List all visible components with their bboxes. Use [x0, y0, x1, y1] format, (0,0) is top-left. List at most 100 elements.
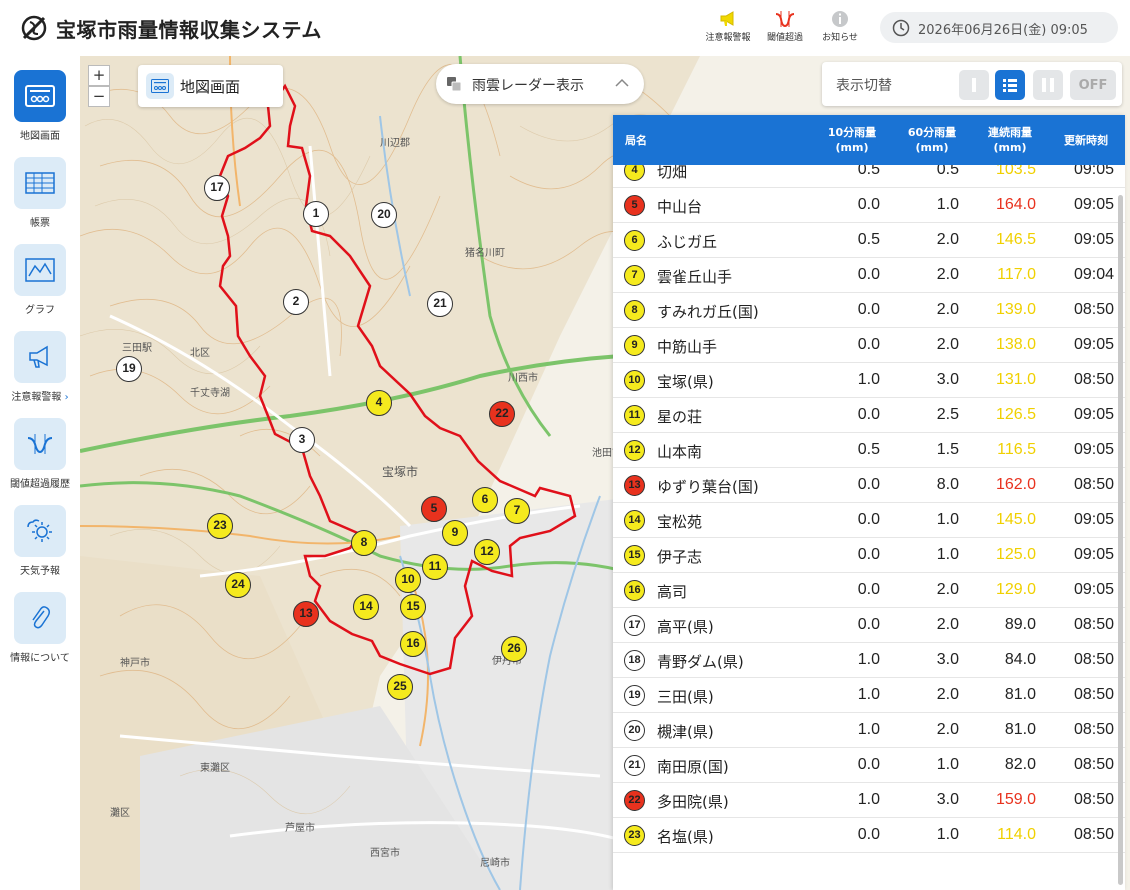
table-row[interactable]: 6 ふじガ丘 0.5 2.0 146.5 09:05 — [613, 223, 1125, 258]
rain-continuous: 164.0 — [995, 196, 1036, 213]
nav-about[interactable]: 情報について — [0, 592, 80, 672]
station-number-badge: 6 — [624, 230, 645, 251]
table-row[interactable]: 14 宝松苑 0.0 1.0 145.0 09:05 — [613, 503, 1125, 538]
station-marker-1[interactable]: 1 — [303, 201, 329, 227]
rain-10min: 1.0 — [857, 651, 880, 668]
rain-10min: 0.5 — [857, 231, 880, 248]
table-row[interactable]: 13 ゆずり葉台(国) 0.0 8.0 162.0 08:50 — [613, 468, 1125, 503]
table-row[interactable]: 5 中山台 0.0 1.0 164.0 09:05 — [613, 188, 1125, 223]
rain-10min: 1.0 — [857, 686, 880, 703]
station-marker-24[interactable]: 24 — [225, 572, 251, 598]
rain-10min: 1.0 — [857, 791, 880, 808]
station-marker-21[interactable]: 21 — [427, 291, 453, 317]
station-number-badge: 22 — [624, 790, 645, 811]
update-time: 09:05 — [1073, 336, 1114, 353]
rainfall-table-header: 局名 10分雨量 (mm) 60分雨量 (mm) 連続雨量 (mm) 更新時刻 — [613, 115, 1125, 165]
rain-continuous: 81.0 — [1004, 686, 1036, 703]
rain-continuous: 146.5 — [995, 231, 1036, 248]
chevron-up-icon — [615, 78, 629, 87]
station-marker-6[interactable]: 6 — [472, 487, 498, 513]
station-marker-4[interactable]: 4 — [366, 390, 392, 416]
station-marker-22[interactable]: 22 — [489, 401, 515, 427]
nav-threshold-history[interactable]: 閾値超過履歴 — [0, 418, 80, 498]
station-name: ゆずり葉台(国) — [657, 478, 759, 496]
table-row[interactable]: 8 すみれガ丘(国) 0.0 2.0 139.0 08:50 — [613, 293, 1125, 328]
rain-60min: 3.0 — [936, 791, 959, 808]
rain-radar-toggle[interactable]: 雨雲レーダー表示 — [436, 64, 644, 104]
paperclip-icon — [14, 592, 66, 644]
nav-map-screen[interactable]: 地図画面 — [0, 70, 80, 150]
station-marker-14[interactable]: 14 — [353, 594, 379, 620]
table-row[interactable]: 22 多田院(県) 1.0 3.0 159.0 08:50 — [613, 783, 1125, 818]
station-marker-15[interactable]: 15 — [400, 594, 426, 620]
nav-graph[interactable]: グラフ — [0, 244, 80, 324]
megaphone-icon — [720, 11, 734, 26]
table-row[interactable]: 9 中筋山手 0.0 2.0 138.0 09:05 — [613, 328, 1125, 363]
table-row[interactable]: 18 青野ダム(県) 1.0 3.0 84.0 08:50 — [613, 643, 1125, 678]
station-marker-5[interactable]: 5 — [421, 496, 447, 522]
warning-button[interactable]: 注意報警報 — [700, 10, 756, 44]
station-marker-3[interactable]: 3 — [289, 427, 315, 453]
zoom-out-button[interactable]: − — [88, 86, 110, 107]
update-time: 09:05 — [1073, 231, 1114, 248]
table-row[interactable]: 10 宝塚(県) 1.0 3.0 131.0 08:50 — [613, 363, 1125, 398]
station-marker-2[interactable]: 2 — [283, 289, 309, 315]
table-row[interactable]: 20 槻津(県) 1.0 2.0 81.0 08:50 — [613, 713, 1125, 748]
threshold-button[interactable]: 閾値超過 — [757, 10, 813, 44]
table-row[interactable]: 21 南田原(国) 0.0 1.0 82.0 08:50 — [613, 748, 1125, 783]
station-marker-23[interactable]: 23 — [207, 513, 233, 539]
station-marker-9[interactable]: 9 — [442, 520, 468, 546]
station-name: 中筋山手 — [657, 338, 718, 356]
rain-10min: 0.0 — [857, 826, 880, 843]
station-number-badge: 14 — [624, 510, 645, 531]
station-name: 槻津(県) — [657, 723, 714, 741]
station-marker-10[interactable]: 10 — [395, 567, 421, 593]
table-row[interactable]: 7 雲雀丘山手 0.0 2.0 117.0 09:04 — [613, 258, 1125, 293]
update-time: 08:50 — [1073, 651, 1114, 668]
zoom-in-button[interactable]: + — [88, 65, 110, 86]
station-name: 青野ダム(県) — [657, 653, 744, 671]
update-time: 08:50 — [1073, 616, 1114, 633]
map-screen-tab[interactable]: 地図画面 — [138, 65, 283, 107]
nav-warning[interactable]: 注意報警報 › — [0, 331, 80, 411]
split-view-button[interactable] — [1033, 70, 1063, 100]
nav-label: グラフ — [25, 305, 55, 316]
station-marker-20[interactable]: 20 — [371, 202, 397, 228]
radar-label: 雨雲レーダー表示 — [472, 78, 584, 94]
table-row[interactable]: 19 三田(県) 1.0 2.0 81.0 08:50 — [613, 678, 1125, 713]
station-marker-26[interactable]: 26 — [501, 636, 527, 662]
table-row[interactable]: 12 山本南 0.5 1.5 116.5 09:05 — [613, 433, 1125, 468]
station-marker-7[interactable]: 7 — [504, 498, 530, 524]
station-marker-13[interactable]: 13 — [293, 601, 319, 627]
station-number-badge: 23 — [624, 825, 645, 846]
table-scrollbar[interactable] — [1118, 195, 1123, 885]
station-marker-17[interactable]: 17 — [204, 175, 230, 201]
station-marker-19[interactable]: 19 — [116, 356, 142, 382]
sidebar: 地図画面 帳票 グラフ 注意報警報 › 閾値超過履歴 天気予報 情報について — [0, 56, 80, 890]
station-number-badge: 5 — [624, 195, 645, 216]
table-row[interactable]: 16 高司 0.0 2.0 129.0 09:05 — [613, 573, 1125, 608]
two-column-icon — [1042, 78, 1054, 92]
table-row[interactable]: 17 高平(県) 0.0 2.0 89.0 08:50 — [613, 608, 1125, 643]
list-view-button[interactable] — [995, 70, 1025, 100]
table-row[interactable]: 15 伊子志 0.0 1.0 125.0 09:05 — [613, 538, 1125, 573]
datetime-text: 2026年06月26日(金) 09:05 — [918, 23, 1088, 38]
table-row[interactable]: 23 名塩(県) 0.0 1.0 114.0 08:50 — [613, 818, 1125, 853]
rain-60min: 1.0 — [936, 826, 959, 843]
station-marker-25[interactable]: 25 — [387, 674, 413, 700]
nav-weather[interactable]: 天気予報 — [0, 505, 80, 585]
rain-continuous: 89.0 — [1004, 616, 1036, 633]
table-row[interactable]: 11 星の荘 0.0 2.5 126.5 09:05 — [613, 398, 1125, 433]
station-marker-8[interactable]: 8 — [351, 530, 377, 556]
station-marker-12[interactable]: 12 — [474, 539, 500, 565]
nav-report[interactable]: 帳票 — [0, 157, 80, 237]
place-label: 千丈寺湖 — [190, 387, 230, 399]
station-marker-16[interactable]: 16 — [400, 631, 426, 657]
single-view-button[interactable] — [959, 70, 989, 100]
station-marker-11[interactable]: 11 — [422, 554, 448, 580]
app-logo-icon — [21, 15, 47, 41]
rain-continuous: 145.0 — [995, 511, 1036, 528]
off-button[interactable]: OFF — [1070, 70, 1116, 100]
rain-10min: 0.0 — [857, 406, 880, 423]
notice-button[interactable]: お知らせ — [812, 10, 868, 44]
